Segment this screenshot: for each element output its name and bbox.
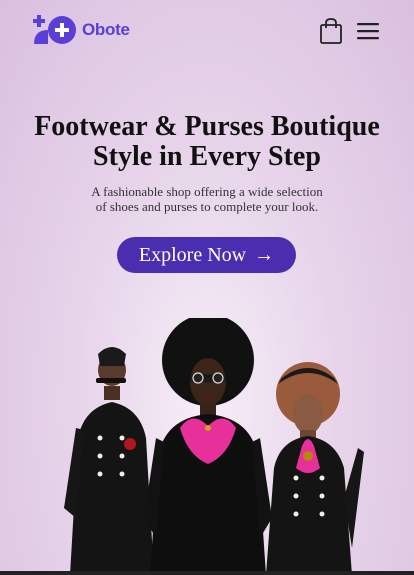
brand-logo[interactable]: Obote [32, 14, 130, 46]
arrow-right-icon: → [254, 243, 275, 266]
model-left [64, 347, 154, 575]
hero-subtitle: A fashionable shop offering a wide selec… [60, 184, 354, 214]
hamburger-menu-icon[interactable] [356, 20, 380, 42]
explore-now-label: Explore Now [138, 243, 247, 266]
brand-name: Obote [82, 20, 130, 39]
logo-icon [33, 15, 76, 44]
hero-title-line-1: Footwear & Purses Boutique [34, 111, 380, 142]
model-right [266, 362, 364, 575]
hero-subtitle-line-2: of shoes and purses to complete your loo… [95, 199, 319, 214]
bottom-edge [0, 571, 414, 575]
shopping-bag-icon[interactable] [319, 18, 343, 44]
model-center [144, 318, 272, 575]
site-header: Obote [0, 0, 414, 62]
hero-models-image [64, 318, 364, 575]
hero-title: Footwear & Purses Boutique Style in Ever… [0, 112, 414, 172]
explore-now-button[interactable]: Explore Now → [117, 237, 296, 273]
hero-title-line-2: Style in Every Step [93, 141, 321, 172]
hero-subtitle-line-1: A fashionable shop offering a wide selec… [91, 184, 323, 199]
